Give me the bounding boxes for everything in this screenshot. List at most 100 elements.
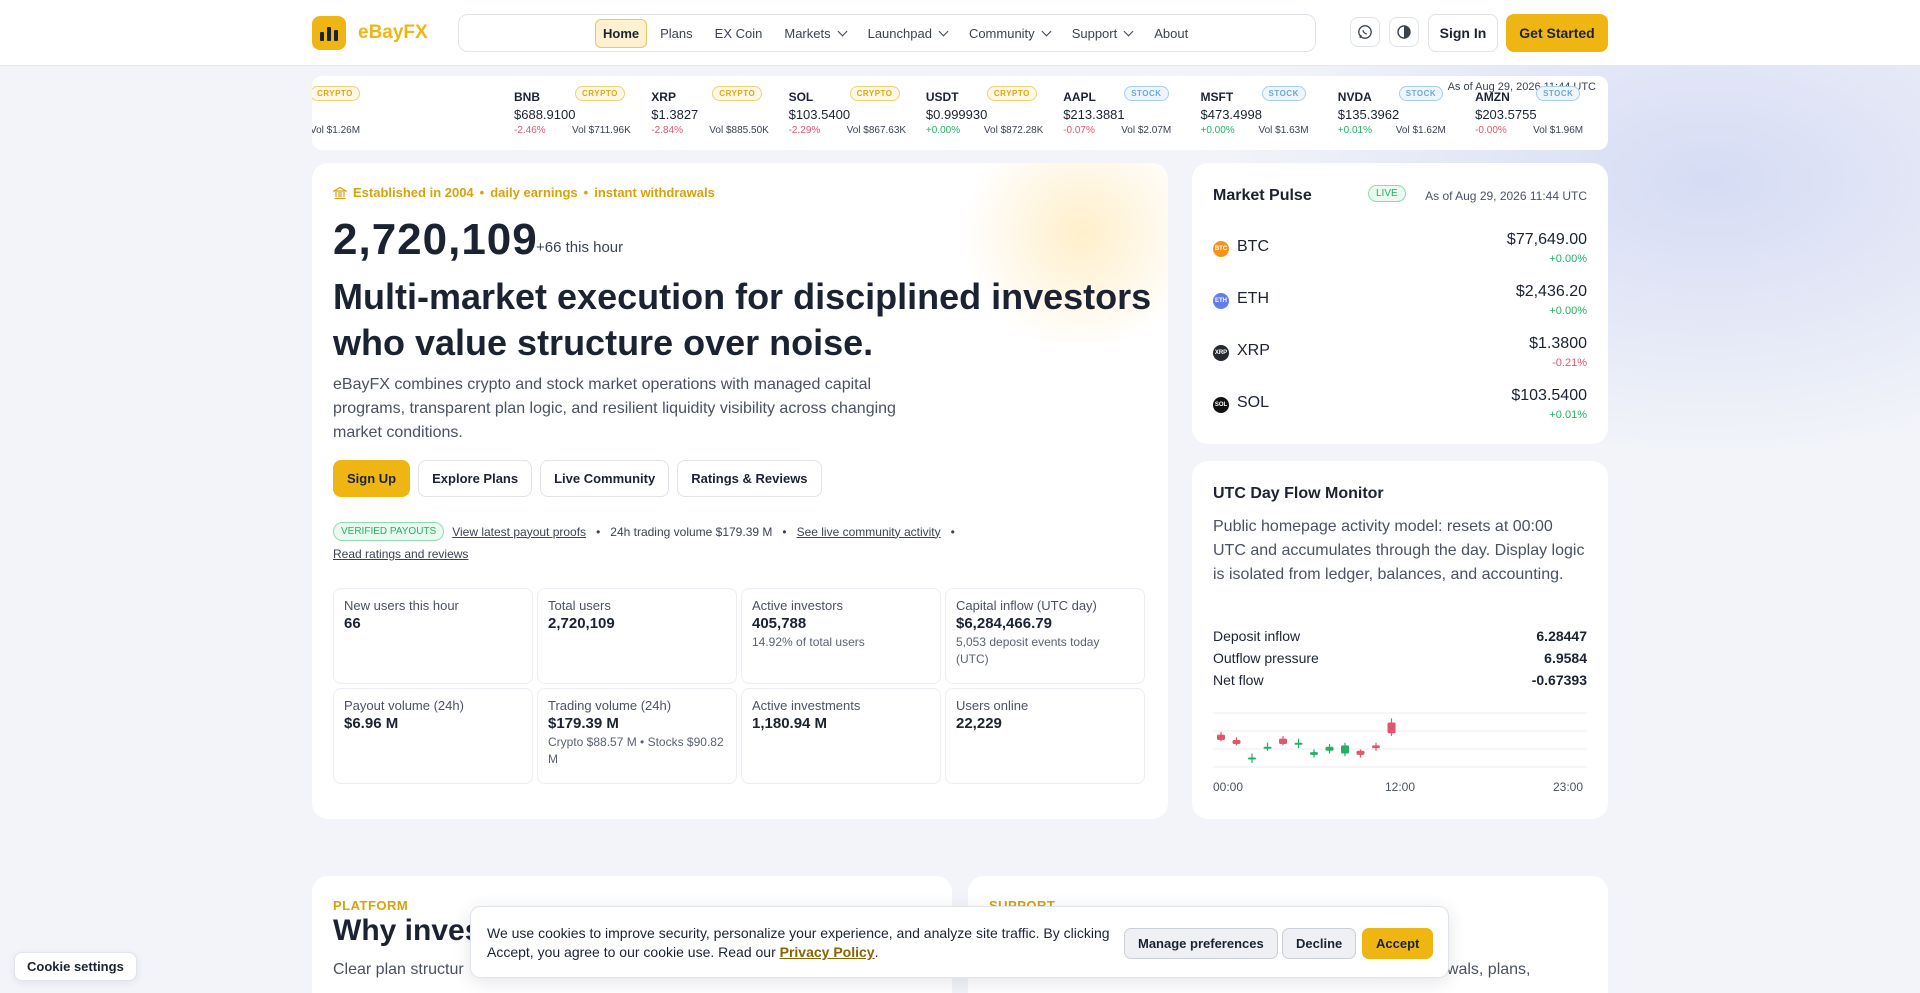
deposit-inflow-label: Deposit inflow — [1213, 628, 1301, 644]
ticker-price: $135.3962 — [1337, 107, 1400, 122]
manage-preferences-button[interactable]: Manage preferences — [1124, 928, 1278, 959]
candle-body — [1341, 745, 1349, 754]
eth-coin-icon: ETH — [1213, 293, 1229, 309]
brand-name: eBayFX — [358, 22, 428, 43]
ticker-symbol: MSFT — [1200, 90, 1234, 104]
earnings-tag: daily earnings — [490, 185, 578, 200]
ticker-change: -2.46% — [514, 125, 546, 136]
ticker-change: -0.07% — [1063, 125, 1095, 136]
nav-item-launchpad[interactable]: Launchpad — [861, 20, 954, 47]
accept-button[interactable]: Accept — [1362, 928, 1434, 959]
ticker-item-usdt[interactable]: CRYPTO USDT $0.999930 +0.00% Vol $872.28K — [859, 86, 1043, 142]
deposit-inflow-value: 6.28447 — [1536, 628, 1587, 644]
privacy-policy-link[interactable]: Privacy Policy — [780, 944, 875, 960]
deposit-inflow-row: Deposit inflow 6.28447 — [1213, 628, 1587, 644]
ticker-change: -2.84% — [651, 125, 683, 136]
pulse-row-sol[interactable]: SOL SOL $103.5400 +0.01% — [1213, 387, 1587, 439]
sign-in-button[interactable]: Sign In — [1428, 14, 1498, 52]
stat-label: Active investors — [752, 598, 844, 613]
ticker-item-amzn[interactable]: STOCK AMZN $203.5755 -0.00% Vol $1.96M — [1408, 86, 1583, 142]
community-activity-link[interactable]: See live community activity — [797, 525, 941, 539]
ticker-symbol: XRP — [651, 90, 676, 104]
nav-item-markets[interactable]: Markets — [777, 20, 852, 47]
ticker-symbol: AMZN — [1475, 90, 1510, 104]
pulse-change: -0.21% — [1552, 357, 1587, 369]
explore-plans-button[interactable]: Explore Plans — [418, 460, 533, 497]
pulse-row-xrp[interactable]: XRP XRP $1.3800 -0.21% — [1213, 335, 1587, 387]
ticker-symbol: NVDA — [1337, 90, 1372, 104]
nav-item-label: Launchpad — [867, 25, 932, 41]
pulse-change: +0.01% — [1549, 409, 1587, 421]
pulse-row-btc[interactable]: BTC BTC $77,649.00 +0.00% — [1213, 231, 1587, 283]
stat-card-total-users: Total users 2,720,109 — [537, 588, 737, 684]
nav-item-community[interactable]: Community — [962, 20, 1057, 47]
payout-proofs-link[interactable]: View latest payout proofs — [452, 525, 586, 539]
candle-body — [1217, 734, 1225, 740]
pulse-price: $103.5400 — [1511, 387, 1587, 404]
nav-item-plans[interactable]: Plans — [653, 20, 700, 47]
price-ticker: CRYPTO Vol $1.26M As of Aug 29, 2026 11:… — [312, 76, 1608, 150]
ticker-symbol: USDT — [925, 90, 959, 104]
get-started-button[interactable]: Get Started — [1506, 14, 1608, 52]
stat-label: Total users — [548, 598, 611, 613]
pulse-row-eth[interactable]: ETH ETH $2,436.20 +0.00% — [1213, 283, 1587, 335]
candle-body — [1387, 722, 1396, 734]
ticker-price: $473.4998 — [1200, 107, 1262, 122]
stat-label: Active investments — [752, 698, 861, 713]
market-pulse-as-of: As of Aug 29, 2026 11:44 UTC — [1425, 189, 1587, 203]
whatsapp-icon — [1358, 25, 1372, 39]
pulse-symbol: BTC — [1237, 238, 1269, 255]
contrast-icon — [1397, 25, 1411, 39]
ticker-item-xrp[interactable]: CRYPTO XRP $1.3827 -2.84% Vol $885.50K — [584, 86, 769, 142]
ratings-reviews-link-text[interactable]: Read ratings and reviews — [333, 547, 468, 561]
ratings-reviews-button[interactable]: Ratings & Reviews — [677, 460, 822, 497]
pulse-price: $2,436.20 — [1515, 283, 1587, 300]
stat-card-payout-volume-24h: Payout volume (24h) $6.96 M — [333, 688, 533, 784]
net-flow-label: Net flow — [1213, 672, 1264, 688]
ticker-item-msft[interactable]: STOCK MSFT $473.4998 +0.00% Vol $1.63M — [1134, 86, 1309, 142]
sign-up-button[interactable]: Sign Up — [333, 460, 411, 497]
stat-value: 405,788 — [752, 615, 807, 632]
stat-label: New users this hour — [344, 598, 459, 613]
candle-body — [1294, 742, 1303, 745]
btc-coin-icon: BTC — [1213, 241, 1229, 257]
ticker-item-bnb[interactable]: CRYPTO BNB $688.9100 -2.46% Vol $711.96K — [447, 86, 631, 142]
whatsapp-button[interactable] — [1350, 17, 1380, 47]
stats-grid: New users this hour 66 Total users 2,720,10… — [333, 588, 1147, 784]
nav-item-support[interactable]: Support — [1065, 20, 1140, 47]
nav-item-ex-coin[interactable]: EX Coin — [708, 20, 770, 47]
ticker-item-partial: CRYPTO Vol $1.26M — [312, 86, 447, 142]
x-axis-tick-mid: 12:00 — [1385, 780, 1416, 794]
candle-body — [1356, 750, 1365, 755]
ticker-change: +0.01% — [1337, 125, 1372, 136]
separator-dot: • — [479, 185, 485, 200]
live-community-button[interactable]: Live Community — [540, 460, 670, 497]
theme-toggle-button[interactable] — [1389, 17, 1419, 47]
site-header: eBayFX Home Plans EX Coin Markets Launchpad C… — [0, 0, 1920, 66]
ticker-price: $213.3881 — [1063, 107, 1125, 122]
ticker-price: $0.999930 — [925, 107, 988, 122]
stat-card-trading-volume-24h: Trading volume (24h) $179.39 M Crypto $88.… — [537, 688, 737, 784]
ticker-item-nvda[interactable]: STOCK NVDA $135.3962 +0.01% Vol $1.62M — [1271, 86, 1446, 142]
brand-logo[interactable]: eBayFX — [312, 16, 428, 50]
candle-body — [1372, 745, 1380, 749]
nav-item-label: Plans — [660, 25, 693, 41]
market-pulse-card: Market Pulse LIVE As of Aug 29, 2026 11:… — [1192, 163, 1608, 444]
cookie-settings-button[interactable]: Cookie settings — [14, 952, 137, 981]
bar-chart-logo-icon — [312, 16, 346, 50]
verified-payouts-badge: VERIFIED PAYOUTS — [333, 522, 445, 541]
pulse-symbol: SOL — [1237, 394, 1270, 411]
stat-subtext: Crypto $88.57 M • Stocks $90.82 M — [548, 735, 724, 766]
ticker-item-tsla[interactable]: STOCKTSLA$252.5630+0.01%Vol $2.01M — [1545, 86, 1608, 142]
stat-card-active-investments: Active investments 1,180.94 M — [741, 688, 941, 784]
decline-button[interactable]: Decline — [1282, 928, 1357, 959]
chevron-down-icon — [1123, 26, 1134, 36]
nav-item-about[interactable]: About — [1147, 20, 1195, 47]
stat-label: Users online — [956, 698, 1029, 713]
ticker-item-sol[interactable]: CRYPTO SOL $103.5400 -2.29% Vol $867.63K — [722, 86, 906, 142]
ticker-item-aapl[interactable]: STOCK AAPL $213.3881 -0.07% Vol $2.07M — [996, 86, 1171, 142]
candle-body — [1279, 738, 1287, 745]
separator-dot: • — [950, 524, 955, 539]
nav-item-home[interactable]: Home — [595, 18, 648, 48]
nav-item-label: About — [1154, 25, 1189, 41]
